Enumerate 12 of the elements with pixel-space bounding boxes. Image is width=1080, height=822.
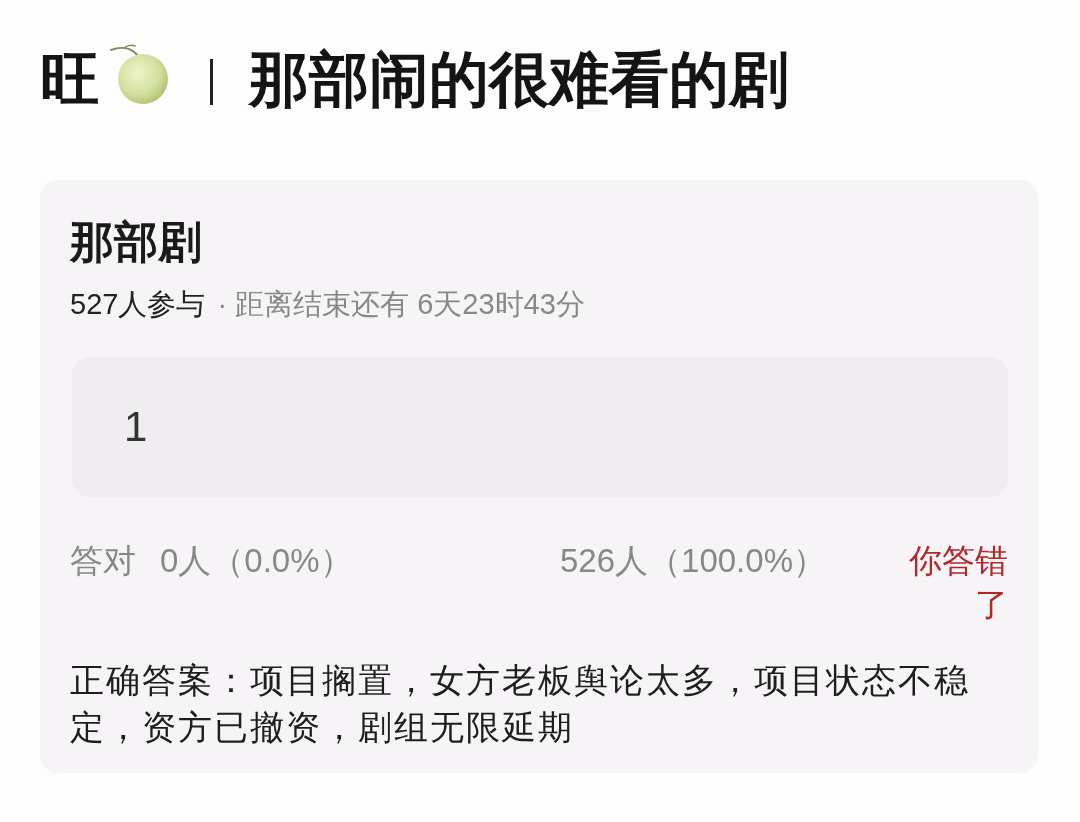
page-title: 那部闹的很难看的剧 — [249, 46, 789, 114]
correct-label: 答对 — [70, 541, 137, 581]
title-prefix: 旺 — [40, 46, 100, 114]
wrong-count: 526人（100.0%） — [560, 541, 827, 581]
correct-answer-text: 正确答案：项目搁置，女方老板舆论太多，项目状态不稳定，资方已撤资，剧组无限延期 — [70, 660, 971, 748]
result-text: 你答错了 — [908, 541, 1008, 625]
answer-box: 1 — [72, 357, 1008, 497]
deadline-text: · 距离结束还有 6天23时43分 — [217, 287, 585, 322]
correct-count: 0人（0.0%） — [160, 541, 354, 581]
poll-title: 那部剧 — [70, 216, 203, 268]
melon-icon — [108, 44, 168, 104]
participant-count: 527人参与 — [70, 287, 206, 322]
